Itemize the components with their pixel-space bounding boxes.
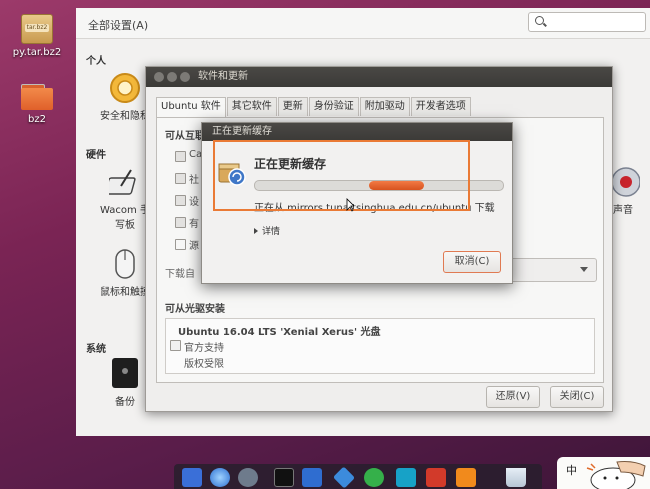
tab-ubuntu-software[interactable]: Ubuntu 软件 <box>156 97 226 117</box>
close-window-icon[interactable] <box>154 72 164 82</box>
desktop-file-label: py.tar.bz2 <box>12 47 62 58</box>
cd-section-label: 可从光驱安装 <box>165 304 225 315</box>
tablet-icon <box>104 169 136 195</box>
mouse-cursor-icon <box>346 198 354 212</box>
tab-updates[interactable]: 更新 <box>277 97 308 116</box>
sublime-text-icon[interactable] <box>456 468 476 487</box>
checkbox-label: 社 <box>189 175 199 186</box>
search-input[interactable] <box>528 12 646 32</box>
archive-badge: tar.bz2 <box>25 24 49 32</box>
sw-tabs: Ubuntu 软件 其它软件 更新 身份验证 附加驱动 开发者选项 <box>156 97 472 117</box>
finder-icon[interactable] <box>182 468 202 487</box>
checkbox-canonical[interactable] <box>175 151 186 162</box>
close-button[interactable]: 关闭(C) <box>550 386 604 408</box>
cd-item-label: 版权受限 <box>184 359 224 370</box>
checkbox-drivers[interactable] <box>175 195 186 206</box>
share-icon[interactable] <box>364 468 384 487</box>
checkbox-label: 有 <box>189 219 199 230</box>
cd-title: Ubuntu 16.04 LTS 'Xenial Xerus' 光盘 <box>178 327 381 338</box>
folder-icon <box>21 84 53 110</box>
trash-icon[interactable] <box>506 468 526 487</box>
xmind-icon[interactable] <box>426 468 446 487</box>
chevron-down-icon <box>580 267 588 272</box>
details-expander[interactable]: 详情 <box>254 224 280 237</box>
dock <box>174 464 542 489</box>
section-personal: 个人 <box>86 56 106 67</box>
cd-source-list: Ubuntu 16.04 LTS 'Xenial Xerus' 光盘 官方支持 … <box>165 318 595 374</box>
download-from-label: 下载自 <box>165 269 195 280</box>
annotation-highlight-box <box>213 140 470 211</box>
tab-developer-options[interactable]: 开发者选项 <box>410 97 471 116</box>
desktop-folder-bz2[interactable]: bz2 <box>4 84 70 125</box>
checkbox-restricted[interactable] <box>175 217 186 228</box>
cancel-button[interactable]: 取消(C) <box>443 251 501 273</box>
minimize-window-icon[interactable] <box>167 72 177 82</box>
cache-dialog-title[interactable]: 正在更新缓存 <box>202 123 512 141</box>
qq-icon[interactable] <box>302 468 322 487</box>
safe-icon <box>112 358 138 388</box>
details-label: 详情 <box>262 227 281 237</box>
input-method-widget[interactable]: 中 <box>557 457 650 489</box>
sw-titlebar[interactable]: 软件和更新 <box>146 67 612 87</box>
vpn-icon[interactable] <box>332 466 356 489</box>
tab-other-software[interactable]: 其它软件 <box>226 97 277 116</box>
settings-toolbar: 全部设置(A) <box>76 8 650 39</box>
search-icon <box>535 16 544 25</box>
desktop-file-py-tar-bz2[interactable]: tar.bz2 py.tar.bz2 <box>4 14 70 58</box>
mouse-icon <box>115 249 135 279</box>
checkbox-source[interactable] <box>175 239 186 250</box>
section-hardware: 硬件 <box>86 150 106 161</box>
maximize-window-icon[interactable] <box>180 72 190 82</box>
cd-item-label: 官方支持 <box>184 343 224 354</box>
terminal-icon[interactable] <box>274 468 294 487</box>
ime-label: 中 <box>566 464 577 477</box>
archive-icon: tar.bz2 <box>21 14 53 44</box>
expander-arrow-icon <box>254 228 258 234</box>
launchpad-icon[interactable] <box>238 468 258 487</box>
checkbox-community[interactable] <box>175 173 186 184</box>
checkbox-cd-official[interactable] <box>170 340 181 351</box>
ime-mascot-icon <box>586 461 646 489</box>
safari-icon[interactable] <box>210 468 230 487</box>
all-settings-button[interactable]: 全部设置(A) <box>88 17 148 33</box>
app-icon[interactable] <box>396 468 416 487</box>
checkbox-label: 源 <box>189 241 199 252</box>
revert-button[interactable]: 还原(V) <box>486 386 540 408</box>
tab-additional-drivers[interactable]: 附加驱动 <box>359 97 410 116</box>
sw-title: 软件和更新 <box>198 71 248 82</box>
checkbox-label: 设 <box>189 197 199 208</box>
security-icon <box>110 73 140 103</box>
tab-authentication[interactable]: 身份验证 <box>308 97 359 116</box>
desktop-folder-label: bz2 <box>28 114 46 125</box>
section-system: 系统 <box>86 344 106 355</box>
